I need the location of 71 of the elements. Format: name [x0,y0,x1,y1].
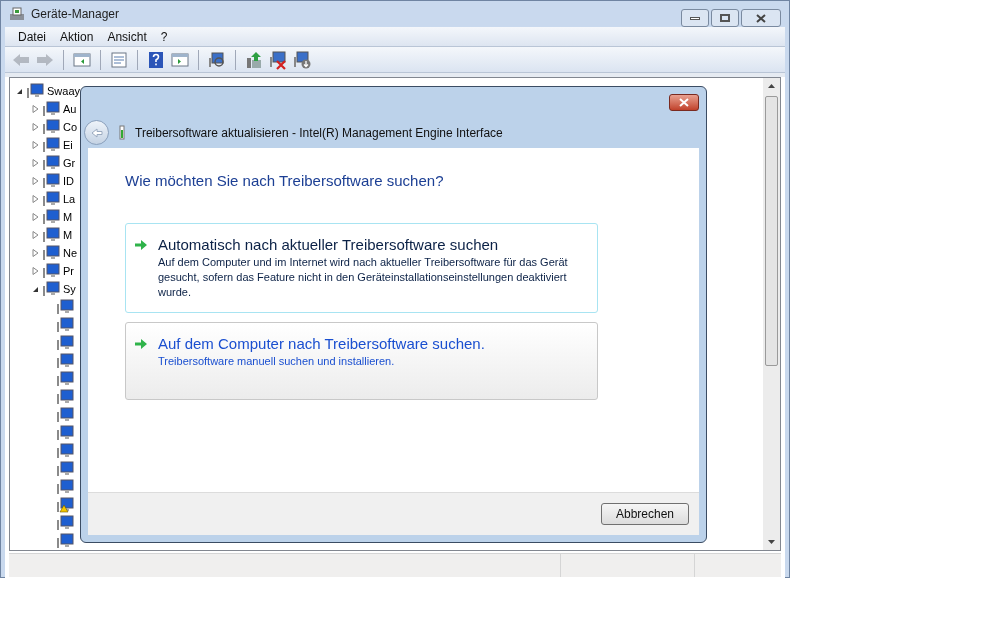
close-button[interactable] [741,9,781,27]
menu-item[interactable]: Aktion [53,27,101,46]
option-title: Automatisch nach aktueller Treibersoftware suchen [158,235,500,254]
option-title: Auf dem Computer nach Treibersoftware suchen. [158,334,485,353]
expand-arrow-icon[interactable] [32,213,39,221]
close-button[interactable] [669,93,699,111]
arrow-icon [134,337,148,350]
tree-item[interactable]: Ne [63,244,78,262]
expand-arrow-icon[interactable] [32,105,39,113]
tree-item[interactable]: Ei [63,136,73,154]
window-title: Geräte-Manager [31,6,120,23]
scroll-down-icon[interactable] [768,540,775,544]
expand-arrow-icon[interactable] [32,267,39,275]
properties-icon[interactable] [109,49,129,70]
tree-item[interactable]: Au [63,100,77,118]
option-link[interactable] [125,222,598,313]
uninstall-icon[interactable] [268,49,288,70]
device-icon [42,101,60,117]
tree-item[interactable]: M [63,226,73,244]
dialog-title: Treibersoftware aktualisieren - Intel(R) Management Engine Interface [135,124,503,142]
expand-arrow-icon[interactable] [32,231,39,239]
tree-item[interactable]: Co [63,118,78,136]
menu-item[interactable]: ? [153,27,175,46]
device-icon [117,124,127,141]
device-icon [42,137,60,153]
expand-arrow-icon[interactable] [32,195,39,203]
maximize-button[interactable] [711,9,739,27]
option-link[interactable]: Auf dem Computer nach Treibersoftware suchen. Treibersoftware manuell suchen und installieren. [125,321,598,400]
device-icon [26,83,44,99]
scroll-up-icon[interactable] [768,84,775,88]
option-description: Auf dem Computer und im Internet wird nach aktueller Treibersoftware für das Gerät gesucht, sofern das Feature nicht in den Geräteinstallationseinstellungen deaktiviert wurde. [158,254,569,300]
expand-arrow-icon[interactable] [32,159,39,167]
collapse-arrow-icon[interactable] [32,285,39,293]
expand-arrow-icon[interactable] [32,141,39,149]
dialog-heading: Wie möchten Sie nach Treibersoftware suchen? [125,171,445,191]
close-icon [756,13,766,23]
tree-item[interactable]: Pr [63,262,74,280]
device-icon [42,191,60,207]
device-icon [42,119,60,135]
tree-item[interactable]: La [63,190,76,208]
scan-hardware-icon[interactable] [207,49,227,70]
menu-item[interactable]: Ansicht [100,27,154,46]
back-arrow-icon [90,127,103,138]
expand-arrow-icon[interactable] [32,249,39,257]
close-icon [679,97,689,107]
back-button[interactable] [84,120,109,145]
device-icon [42,245,60,261]
tree-item[interactable]: Sy [63,280,76,298]
collapse-arrow-icon[interactable] [16,87,23,95]
device-icon [42,281,60,297]
tree-item[interactable]: M [63,208,73,226]
device-icon [42,173,60,189]
tree-item[interactable]: Gr [63,154,76,172]
help-icon[interactable] [146,49,166,70]
arrow-icon [134,238,148,251]
option-description: Treibersoftware manuell suchen und installieren. [158,353,396,369]
update-driver-icon[interactable] [244,49,264,70]
device-icon [42,263,60,279]
device-manager-icon [9,6,25,22]
device-icon [42,155,60,171]
minimize-button[interactable] [681,9,709,27]
tree-item[interactable]: ID [63,172,74,190]
expand-arrow-icon[interactable] [32,123,39,131]
cancel-button[interactable]: Abbrechen [601,503,689,525]
device-icon [42,227,60,243]
device-icon [42,209,60,225]
disable-device-icon[interactable] [292,49,312,70]
expand-arrow-icon[interactable] [32,177,39,185]
menu-item[interactable]: Datei [11,27,53,46]
tree-item[interactable]: Swaay [47,82,81,100]
scrollbar[interactable] [763,78,780,550]
